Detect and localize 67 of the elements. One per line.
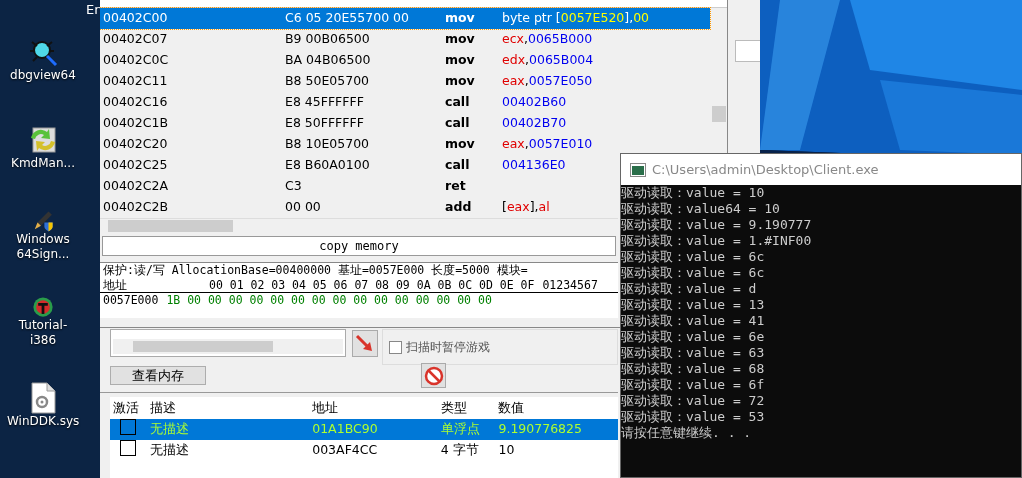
- disassembly-row[interactable]: 00402C00 C6 05 20E55700 00 mov byte ptr [0057E520],00: [100, 8, 710, 29]
- column-header[interactable]: 激活: [110, 398, 150, 418]
- checkbox[interactable]: [389, 340, 402, 354]
- console-line: 驱动读取：value = 9.190777: [621, 217, 813, 233]
- console-line: 驱动读取：value = 6f: [621, 377, 766, 393]
- console-line: 驱动读取：value = 53: [621, 409, 766, 425]
- copy-memory-button[interactable]: copy memory: [102, 236, 616, 256]
- table-cell-text: 10: [498, 441, 516, 460]
- table-cell-text: 9.190776825: [498, 420, 583, 439]
- desktop-icon-label[interactable]: WinDDK.sys: [7, 414, 79, 429]
- console-line: 驱动读取：value = 10: [621, 185, 766, 201]
- desktop-icon-label[interactable]: Windows 64Sign...: [7, 232, 79, 262]
- disassembly-row[interactable]: 00402C2B 00 00 add [eax],al: [100, 197, 618, 218]
- stop-button[interactable]: [421, 363, 446, 388]
- disassembly-row[interactable]: 00402C2A C3 ret: [100, 176, 618, 197]
- column-header: 01234567: [542, 278, 598, 292]
- console-line: 驱动读取：value64 = 10: [621, 201, 781, 217]
- file-icon: [29, 382, 57, 414]
- disassembly-row[interactable]: 00402C11 B8 50E05700 mov eax,0057E050: [100, 71, 710, 92]
- column-header: 地址: [103, 278, 127, 292]
- console-line: 驱动读取：value = 63: [621, 345, 766, 361]
- disassembly-row[interactable]: 00402C20 B8 10E05700 mov eax,0057E010: [100, 134, 618, 155]
- column-header[interactable]: 类型: [440, 398, 499, 418]
- console-line: 驱动读取：value = 6c: [621, 265, 766, 281]
- console-line: 驱动读取：value = 6c: [621, 249, 766, 265]
- column-header[interactable]: 地址: [312, 398, 441, 418]
- hex-address: 0057E000: [103, 293, 159, 308]
- column-header: 00 01 02 03 04 05 06 07 08 09 0A 0B 0C 0D 0E 0F: [209, 278, 535, 292]
- disassembly-row[interactable]: 00402C1B E8 50FFFFFF call 00402B70: [100, 113, 710, 134]
- console-line: 驱动读取：value = 68: [621, 361, 766, 377]
- splitter[interactable]: [100, 392, 618, 396]
- table-cell-text: 无描述: [149, 441, 190, 460]
- view-memory-button[interactable]: 查看内存: [110, 366, 206, 385]
- disassembly-row[interactable]: 00402C07 B9 00B06500 mov ecx,0065B000: [100, 29, 710, 50]
- table-cell-text: 无描述: [149, 420, 190, 439]
- table-cell-text: 单浮点: [440, 420, 481, 439]
- console-line: 驱动读取：value = 1.#INF00: [621, 233, 813, 249]
- memory-info: 保护:读/写 AllocationBase=00400000 基址=0057E000 长度=5000 模块=: [102, 263, 529, 278]
- console-icon: [630, 162, 646, 177]
- table-cell-text: 4 字节: [440, 441, 480, 460]
- address-row[interactable]: 无描述 003AF4CC 4 字节 10: [110, 440, 618, 461]
- console-line: 请按任意键继续. . .: [621, 425, 753, 441]
- disassembly-row[interactable]: 00402C16 E8 45FFFFFF call 00402B60: [100, 92, 710, 113]
- console-line: 驱动读取：value = 72: [621, 393, 766, 409]
- desktop-icon-label[interactable]: dbgview64: [7, 68, 79, 83]
- window-title: C:\Users\admin\Desktop\Client.exe: [652, 160, 879, 179]
- hex-bytes: 1B 00 00 00 00 00 00 00 00 00 00 00 00 00 00 00: [166, 293, 492, 308]
- desktop-icon-label[interactable]: Tutorial-i386: [7, 318, 79, 348]
- console-line: 驱动读取：value = 13: [621, 297, 766, 313]
- console-line: 驱动读取：value = 41: [621, 313, 766, 329]
- address-row[interactable]: 无描述 01A1BC90 单浮点 9.190776825: [110, 419, 618, 440]
- desktop-icon-label[interactable]: KmdMan...: [7, 156, 79, 171]
- disassembly-row[interactable]: 00402C25 E8 B60A0100 call 004136E0: [100, 155, 618, 176]
- disassembly-row[interactable]: 00402C0C BA 04B06500 mov edx,0065B004: [100, 50, 710, 71]
- table-cell-text: 01A1BC90: [312, 420, 379, 439]
- text-field[interactable]: [735, 40, 760, 62]
- table-cell-text: 003AF4CC: [312, 441, 379, 460]
- select-process-button[interactable]: [352, 330, 378, 357]
- checkbox[interactable]: [120, 418, 136, 435]
- horizontal-scrollbar[interactable]: [100, 218, 618, 233]
- process-list[interactable]: [110, 329, 346, 357]
- checkbox-label: 扫描时暂停游戏: [406, 339, 490, 356]
- column-header[interactable]: 描述: [149, 398, 313, 418]
- console-line: 驱动读取：value = 6e: [621, 329, 766, 345]
- column-header[interactable]: 数值: [498, 398, 618, 418]
- console-line: 驱动读取：value = d: [621, 281, 758, 297]
- stop-icon: [423, 365, 444, 386]
